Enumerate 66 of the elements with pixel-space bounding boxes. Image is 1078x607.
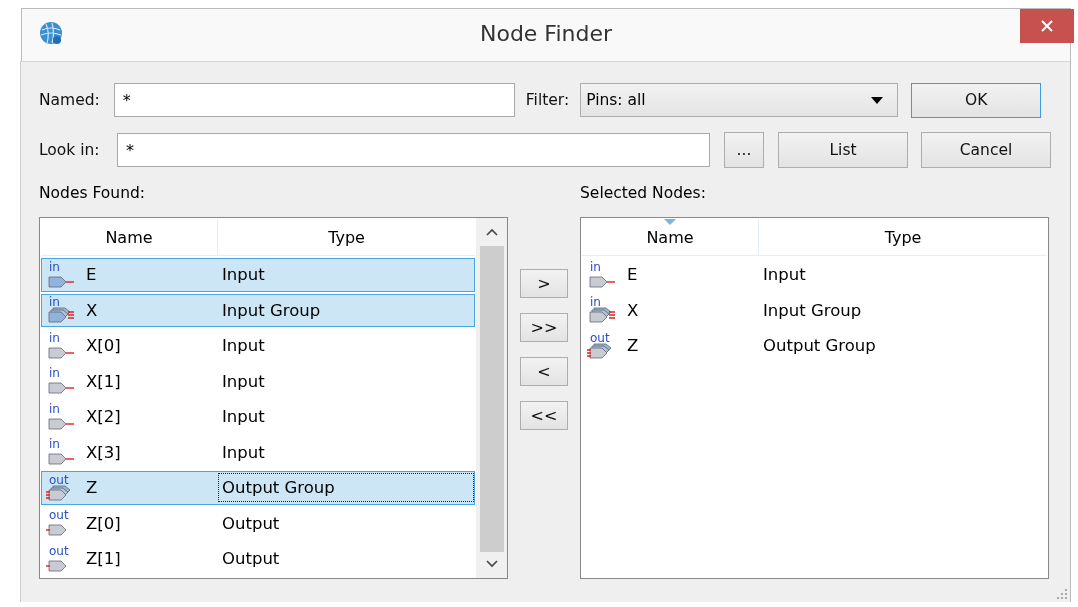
node-type: Input [221,370,266,393]
list-row[interactable]: in E Input [41,258,475,292]
browse-button[interactable]: ... [724,132,764,168]
node-type: Output [221,512,281,535]
ok-button[interactable]: OK [911,82,1042,118]
list-row[interactable]: out Z Output Group [41,471,475,505]
node-type: Output Group [762,335,877,358]
scroll-down-icon[interactable] [485,560,498,568]
column-header[interactable]: Type [759,219,1047,255]
node-name: X[2] [86,407,121,427]
list-label: Selected Nodes: [580,184,707,204]
filter-label: Filter: [525,91,570,109]
list-row[interactable]: out Z[0] Output [41,506,475,540]
node-name: Z[0] [86,513,121,533]
node-name: X[1] [86,371,121,391]
dropdown-caret-icon [871,96,884,104]
list-row[interactable]: in X[1] Input [41,364,475,398]
filter-dropdown[interactable]: Pins: all [580,83,899,117]
resize-grip-icon[interactable] [1056,588,1068,600]
node-type: Input [221,406,266,429]
look-in-field[interactable]: * [117,133,710,167]
node-type: Input [762,264,807,287]
list-label: Nodes Found: [39,184,146,204]
node-type: Output Group [218,473,474,503]
node-type: Input Group [762,299,863,322]
node-name: Z [627,336,639,356]
close-button[interactable] [1020,9,1074,43]
globe-icon [38,20,64,46]
node-name: X [86,300,98,320]
close-icon [1040,19,1054,33]
cancel-button[interactable]: Cancel [921,132,1051,168]
list-row[interactable]: in X Input Group [582,293,1047,327]
list-row[interactable]: in X[0] Input [41,329,475,363]
node-type: Output [221,548,281,571]
node-name: Z [86,478,98,498]
list-row[interactable]: in E Input [582,258,1047,292]
scrollbar-thumb[interactable] [479,246,504,552]
node-type: Input [221,264,266,287]
list-row[interactable]: in X Input Group [41,293,475,327]
list-row[interactable]: out Z[1] Output [41,542,475,576]
scrollbar[interactable] [476,218,507,578]
column-header[interactable]: Name [582,219,759,255]
node-name: X [627,300,639,320]
list-row[interactable]: out Z Output Group [582,329,1047,363]
move-button[interactable]: < [520,357,568,386]
node-name: E [627,265,638,285]
node-type: Input Group [221,299,322,322]
named-field[interactable]: * [113,83,515,117]
node-name: E [86,265,97,285]
window-title: Node Finder [479,21,613,46]
column-header[interactable]: Type [218,219,475,255]
list-row[interactable]: in X[2] Input [41,400,475,434]
look-in-label: Look in: [39,141,101,159]
list-row[interactable]: in X[3] Input [41,435,475,469]
node-name: Z[1] [86,549,121,569]
node-type: Input [221,441,266,464]
column-header[interactable]: Name [41,219,218,255]
list-button[interactable]: List [778,132,908,168]
node-name: X[0] [86,336,121,356]
move-button[interactable]: > [520,269,568,298]
named-label: Named: [39,91,100,109]
move-button[interactable]: >> [520,313,568,342]
node-type: Input [221,335,266,358]
scroll-up-icon[interactable] [485,228,498,236]
node-name: X[3] [86,442,121,462]
move-button[interactable]: << [520,401,568,430]
